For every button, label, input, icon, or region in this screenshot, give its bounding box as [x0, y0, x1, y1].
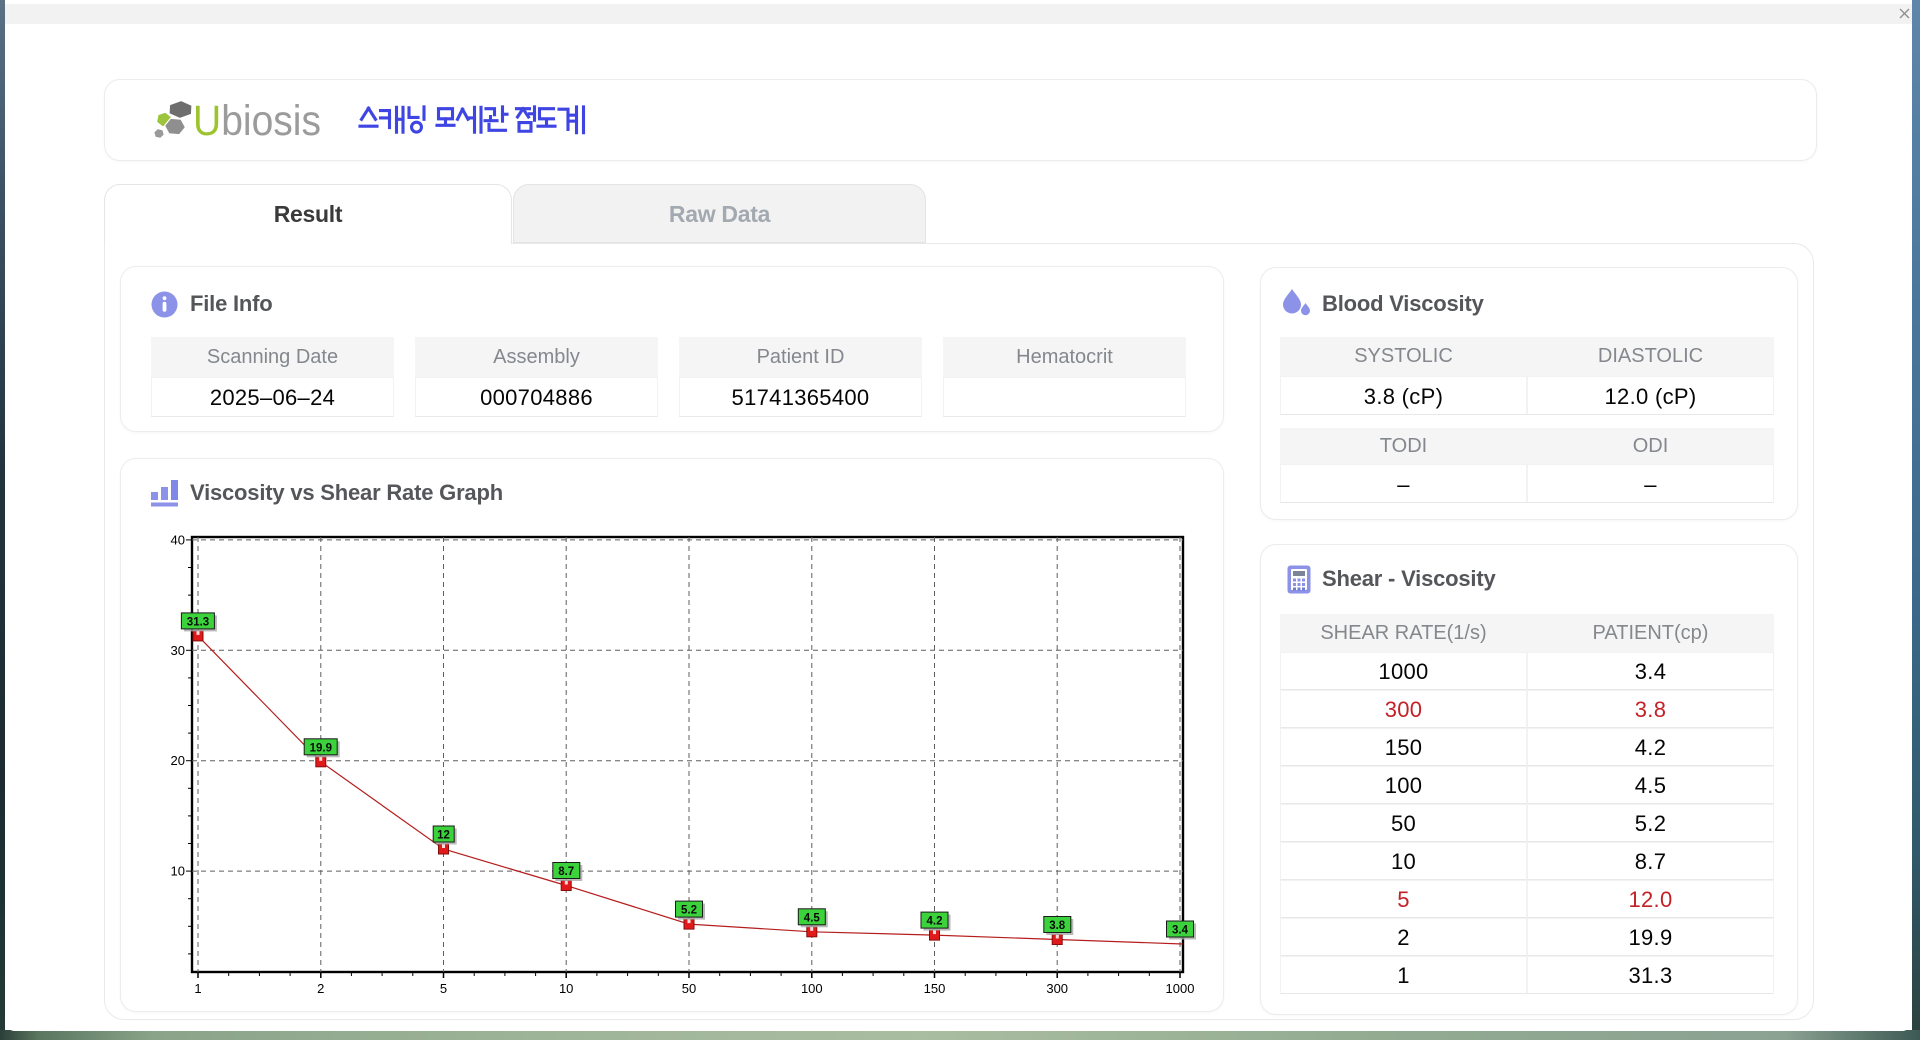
- svg-text:300: 300: [1046, 981, 1068, 996]
- svg-text:30: 30: [171, 643, 185, 658]
- svg-text:5: 5: [440, 981, 447, 996]
- svg-text:100: 100: [801, 981, 823, 996]
- svg-text:50: 50: [682, 981, 696, 996]
- svg-text:1000: 1000: [1166, 981, 1195, 996]
- svg-text:31.3: 31.3: [187, 616, 209, 628]
- svg-text:2: 2: [317, 981, 324, 996]
- svg-text:Ubiosis: Ubiosis: [193, 97, 321, 145]
- svg-text:19.9: 19.9: [310, 742, 332, 754]
- svg-text:12: 12: [437, 830, 450, 842]
- svg-text:4.2: 4.2: [927, 916, 943, 928]
- svg-text:4.5: 4.5: [804, 912, 821, 924]
- svg-text:5.2: 5.2: [681, 905, 697, 917]
- svg-text:10: 10: [559, 981, 573, 996]
- svg-text:3.4: 3.4: [1172, 925, 1189, 937]
- svg-text:150: 150: [924, 981, 946, 996]
- svg-text:20: 20: [171, 753, 185, 768]
- svg-text:1: 1: [194, 981, 201, 996]
- svg-text:3.8: 3.8: [1049, 920, 1066, 932]
- svg-text:8.7: 8.7: [558, 866, 574, 878]
- svg-text:10: 10: [171, 864, 185, 879]
- svg-text:40: 40: [171, 532, 185, 547]
